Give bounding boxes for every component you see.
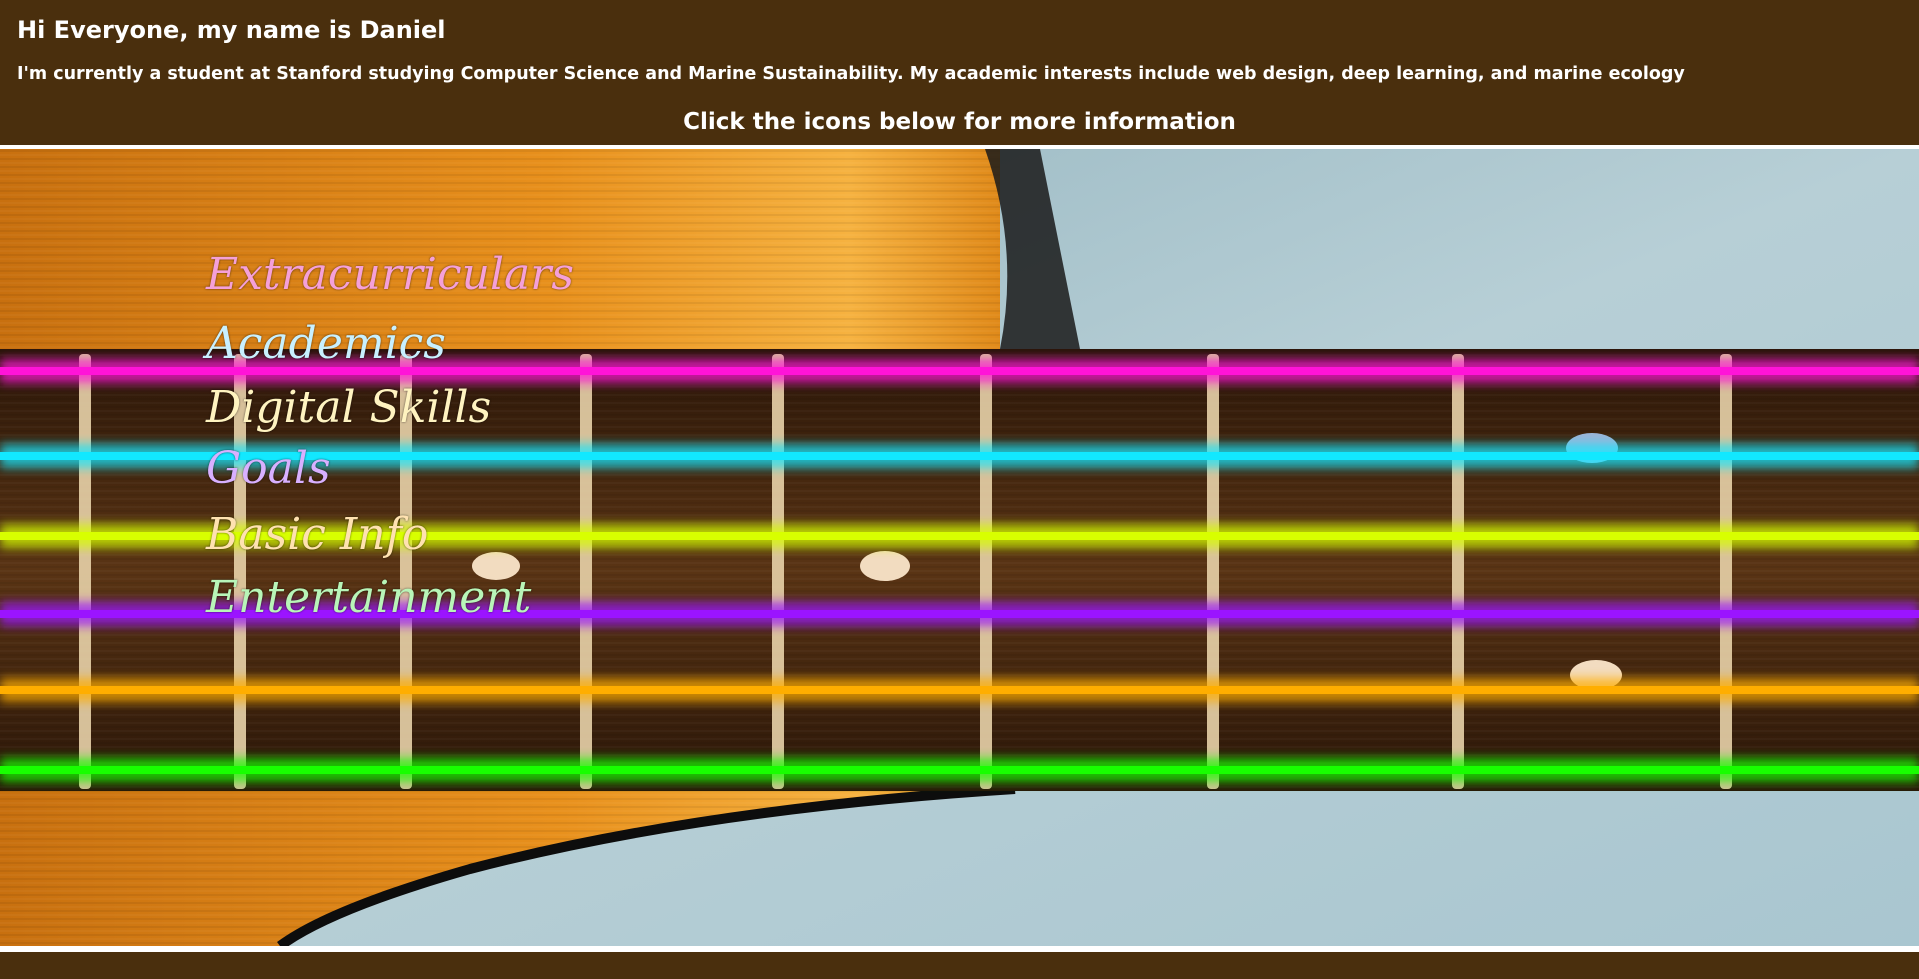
- guitar-hero-banner: Extracurriculars Academics Digital Skill…: [0, 145, 1919, 952]
- greeting-heading: Hi Everyone, my name is Daniel: [17, 16, 446, 44]
- nav-link-extracurriculars[interactable]: Extracurriculars: [206, 253, 574, 297]
- nav-link-basic-info[interactable]: Basic Info: [206, 513, 428, 557]
- nav-link-digital-skills[interactable]: Digital Skills: [206, 386, 491, 430]
- nav-link-entertainment[interactable]: Entertainment: [206, 576, 531, 620]
- nav-link-goals[interactable]: Goals: [206, 447, 331, 491]
- page-header: Hi Everyone, my name is Daniel I'm curre…: [0, 0, 1919, 145]
- intro-text: I'm currently a student at Stanford stud…: [17, 64, 1685, 84]
- nav-link-academics[interactable]: Academics: [206, 322, 446, 366]
- string-line: [0, 686, 1919, 694]
- instructions-heading: Click the icons below for more informati…: [683, 109, 1236, 135]
- string-line: [0, 766, 1919, 774]
